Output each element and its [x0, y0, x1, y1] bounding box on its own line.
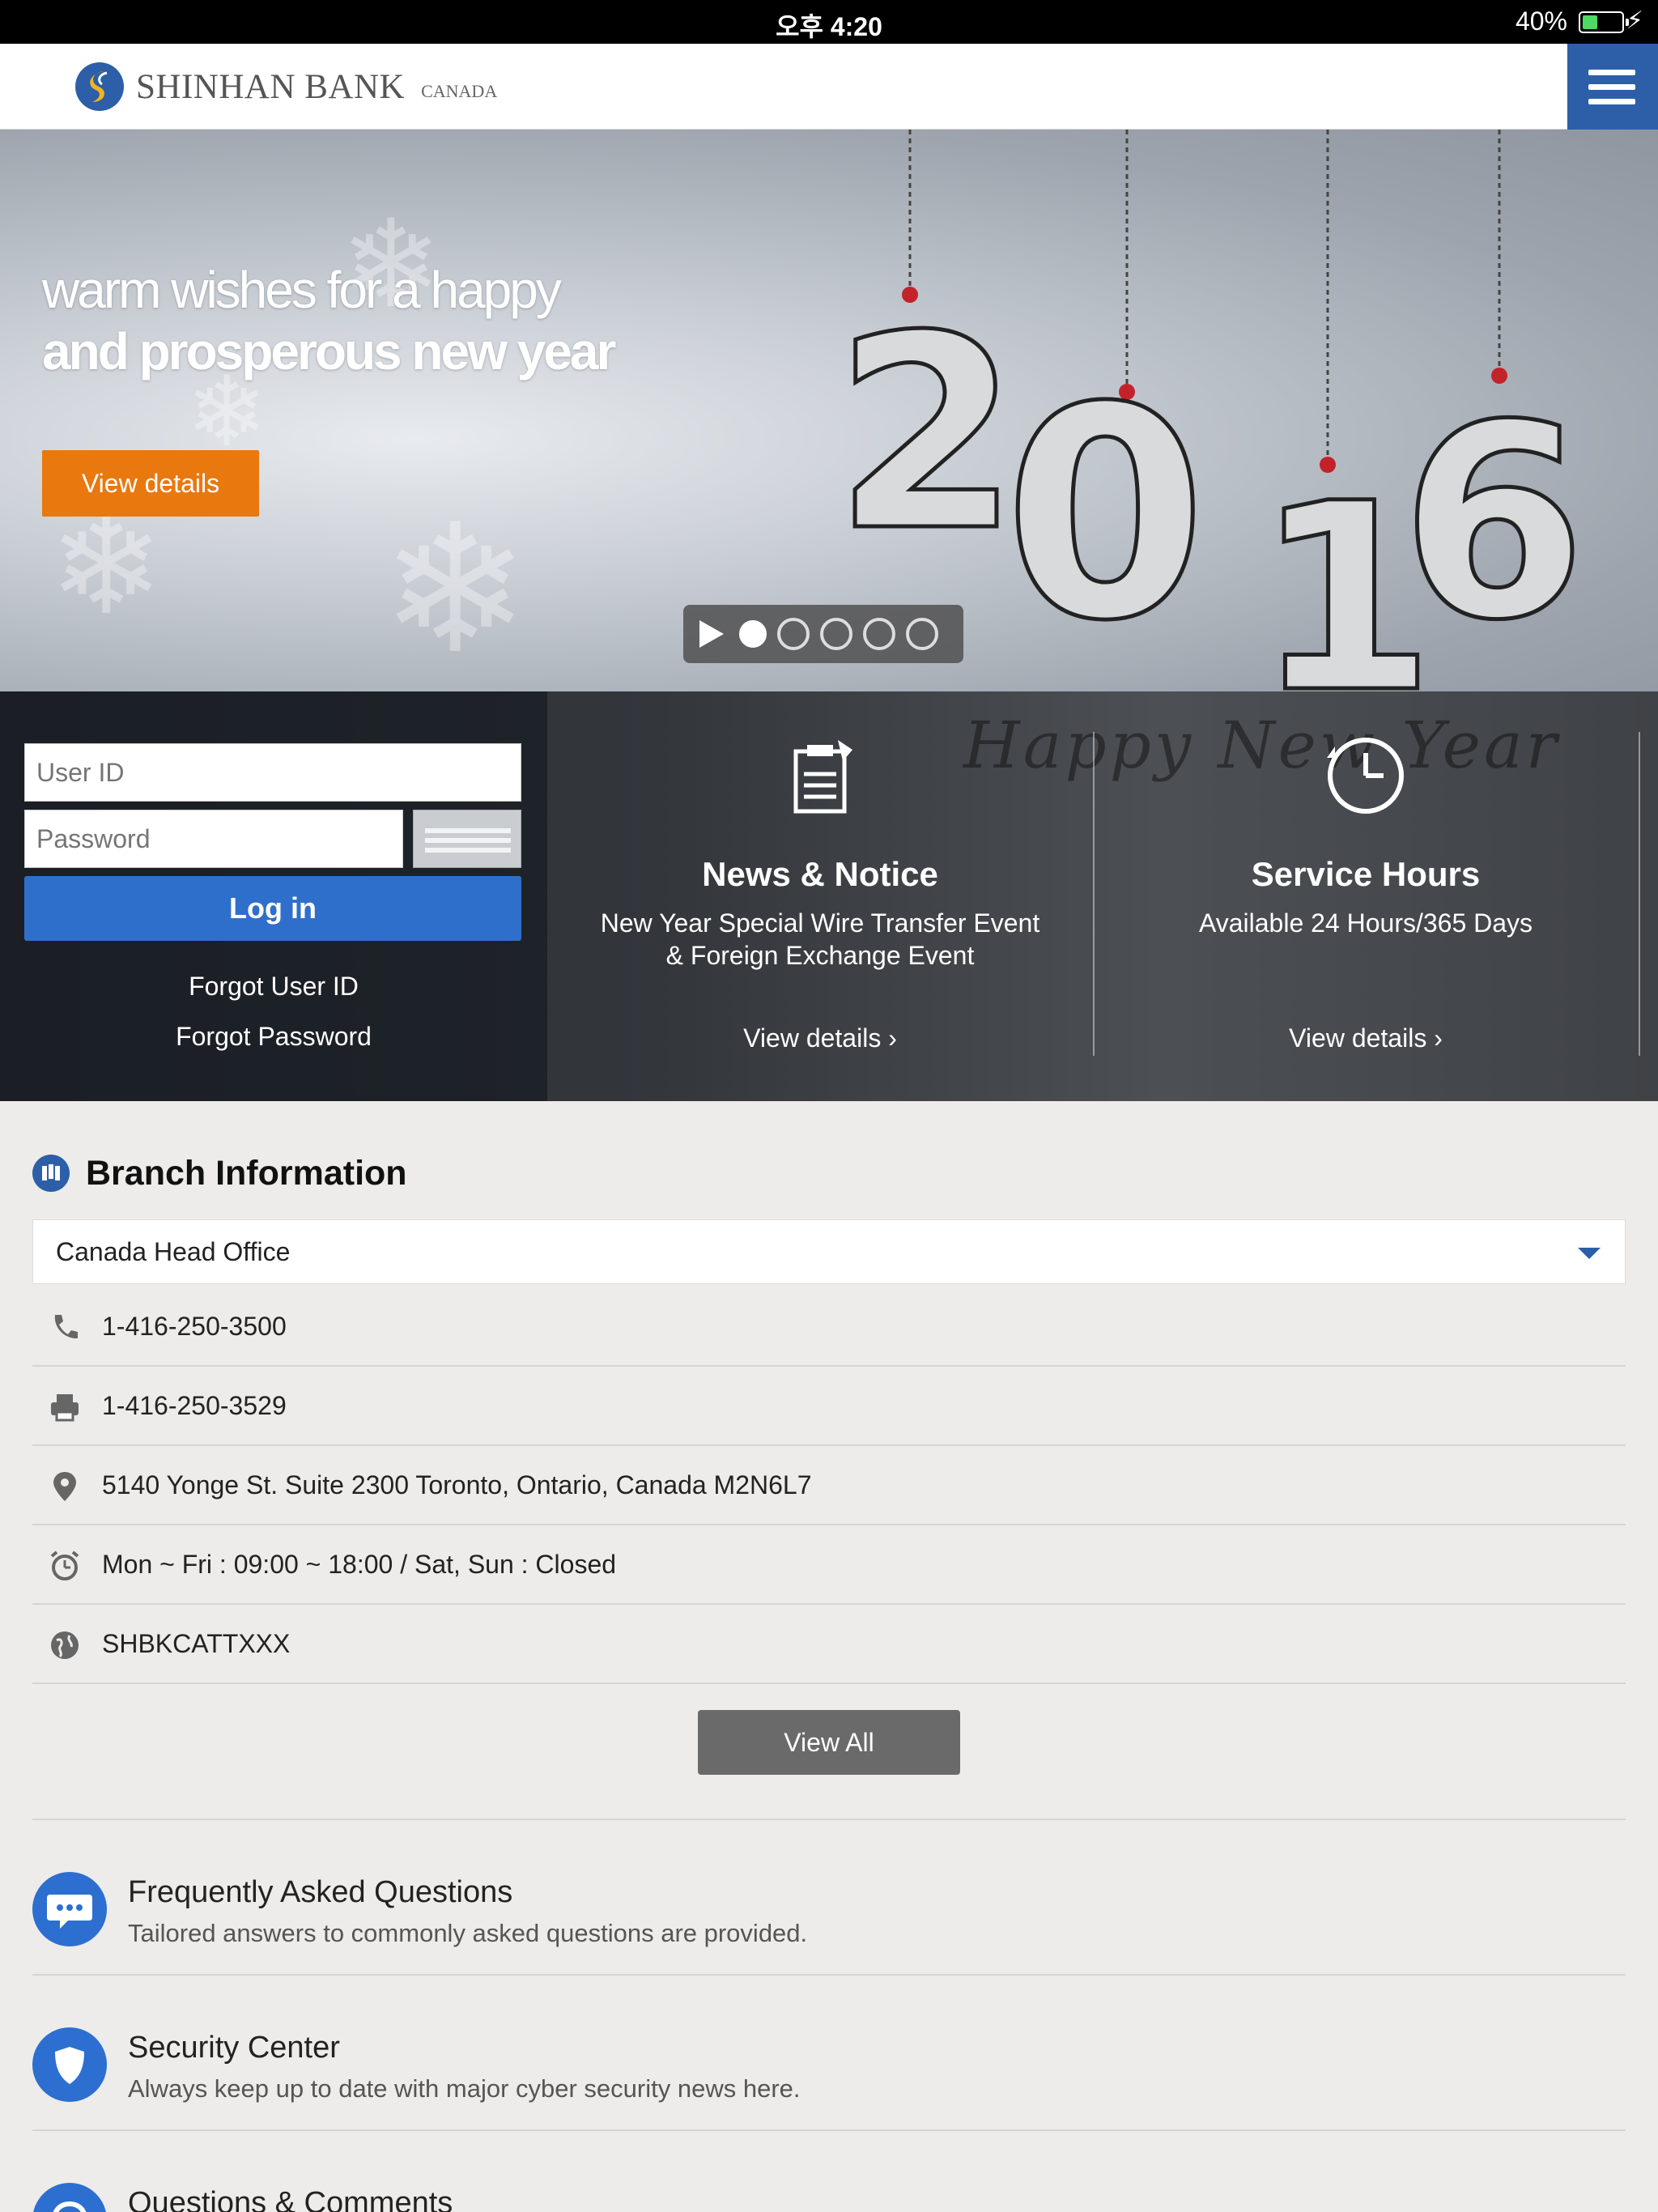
security-description: Always keep up to date with major cyber …: [128, 2074, 801, 2103]
clipboard-icon: [793, 740, 852, 814]
branch-phone-row: 1-416-250-3500: [32, 1287, 1626, 1367]
faq-title: Frequently Asked Questions: [128, 1875, 513, 1909]
charging-bolt-icon: ⚡: [1626, 7, 1643, 34]
globe-icon: [51, 1631, 79, 1659]
branch-address-row: 5140 Yonge St. Suite 2300 Toronto, Ontar…: [32, 1446, 1626, 1525]
branch-fax-row: 1-416-250-3529: [32, 1367, 1626, 1446]
hero-banner: ❄ ❄ ❄ ❄ warm wishes for a happy and pros…: [0, 130, 1658, 691]
forgot-password-link[interactable]: Forgot Password: [0, 1022, 547, 1052]
service-hours-description: Available 24 Hours/365 Days: [1198, 908, 1533, 938]
hero-view-details-button[interactable]: View details: [42, 450, 259, 517]
carousel-dot-2[interactable]: [777, 618, 810, 650]
chat-icon: [32, 1872, 107, 1946]
carousel-controls: [683, 605, 963, 663]
branch-heading: Branch Information: [32, 1153, 407, 1193]
ornament-digit: 0: [1004, 345, 1207, 684]
phone-icon: [54, 1315, 78, 1339]
brand-country: CANADA: [421, 81, 498, 101]
chevron-right-icon: ›: [1434, 1023, 1443, 1053]
faq-link[interactable]: Frequently Asked Questions Tailored answ…: [32, 1820, 1626, 1974]
status-time: 오후 4:20: [776, 12, 882, 41]
clock-icon: [1327, 738, 1404, 814]
questions-comments-link[interactable]: Questions & Comments: [32, 2131, 1626, 2212]
headset-icon: [32, 2183, 107, 2212]
branch-address: 5140 Yonge St. Suite 2300 Toronto, Ontar…: [102, 1470, 812, 1499]
password-input[interactable]: [24, 810, 403, 868]
branch-swift-row: SHBKCATTXXX: [32, 1605, 1626, 1684]
chevron-right-icon: ›: [888, 1023, 897, 1053]
fax-icon: [51, 1394, 79, 1422]
questions-title: Questions & Comments: [128, 2186, 453, 2212]
branch-hours: Mon ~ Fri : 09:00 ~ 18:00 / Sat, Sun : C…: [102, 1550, 617, 1579]
battery-icon: [1579, 11, 1629, 33]
brand-name: SHINHAN BANK: [136, 67, 406, 106]
site-header: SHINHAN BANK CANADA: [0, 44, 1658, 130]
news-notice-tile: News & Notice New Year Special Wire Tran…: [547, 691, 1093, 1101]
user-id-input[interactable]: [24, 743, 521, 802]
shield-icon: [32, 2027, 107, 2102]
hero-line-1: warm wishes for a happy: [42, 261, 562, 319]
login-button[interactable]: Log in: [24, 876, 521, 941]
divider: [1639, 732, 1640, 1056]
news-description: New Year Special Wire Transfer Event & F…: [600, 908, 1040, 970]
menu-button[interactable]: [1567, 44, 1658, 130]
map-pin-icon: [53, 1472, 76, 1501]
shinhan-logo-mark-icon: [75, 62, 124, 111]
hero-line-2: and prosperous new year: [42, 322, 616, 381]
hours-view-details-link[interactable]: View details ›: [1093, 1023, 1639, 1053]
hamburger-menu-icon: [1588, 70, 1635, 75]
service-hours-title: Service Hours: [1251, 855, 1481, 893]
security-title: Security Center: [128, 2031, 340, 2065]
service-hours-tile: Service Hours Available 24 Hours/365 Day…: [1093, 691, 1639, 1101]
battery-fill: [1583, 15, 1597, 29]
play-icon[interactable]: [699, 620, 724, 648]
chevron-down-icon: [1578, 1248, 1601, 1259]
forgot-user-id-link[interactable]: Forgot User ID: [0, 972, 547, 1002]
ornament-digit: 6: [1401, 368, 1587, 678]
branch-select-value: Canada Head Office: [56, 1237, 291, 1266]
branch-map-icon: [32, 1155, 70, 1192]
hero-headline: warm wishes for a happy and prosperous n…: [42, 259, 616, 382]
branch-fax: 1-416-250-3529: [102, 1391, 287, 1420]
carousel-dot-3[interactable]: [820, 618, 852, 650]
carousel-dot-5[interactable]: [906, 618, 938, 650]
snowflake-icon: ❄: [380, 486, 530, 691]
view-all-button[interactable]: View All: [698, 1710, 960, 1775]
branch-select[interactable]: Canada Head Office: [32, 1219, 1626, 1284]
security-center-link[interactable]: Security Center Always keep up to date w…: [32, 1976, 1626, 2129]
carousel-dot-4[interactable]: [863, 618, 895, 650]
branch-hours-row: Mon ~ Fri : 09:00 ~ 18:00 / Sat, Sun : C…: [32, 1525, 1626, 1605]
status-bar: 오후 4:20 40% ⚡: [0, 0, 1658, 44]
carousel-dot-1[interactable]: [739, 620, 767, 648]
virtual-keyboard-icon[interactable]: [413, 810, 521, 868]
news-view-details-link[interactable]: View details ›: [547, 1023, 1093, 1053]
branch-swift-code: SHBKCATTXXX: [102, 1629, 291, 1658]
login-info-band: Happy New Year Log in Forgot User ID For…: [0, 691, 1658, 1101]
login-panel: Log in Forgot User ID Forgot Password: [0, 691, 547, 1101]
branch-title: Branch Information: [86, 1153, 407, 1193]
faq-description: Tailored answers to commonly asked quest…: [128, 1919, 808, 1947]
battery-percent: 40%: [1515, 6, 1567, 36]
news-title: News & Notice: [702, 855, 938, 893]
branch-phone[interactable]: 1-416-250-3500: [102, 1312, 287, 1342]
alarm-clock-icon: [50, 1551, 79, 1580]
ornament-digit: 2: [834, 279, 1020, 589]
shinhan-logo[interactable]: SHINHAN BANK CANADA: [74, 58, 497, 115]
